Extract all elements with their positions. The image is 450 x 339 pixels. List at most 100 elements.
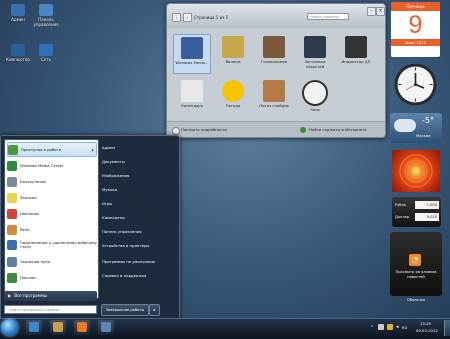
program-label: Пасьянс (20, 274, 37, 280)
gadget-tile[interactable]: Календарь (173, 78, 211, 118)
taskbar-button[interactable] (26, 320, 42, 335)
start-menu-program[interactable]: Приступая к работе ▸ (7, 142, 97, 157)
start-menu-place[interactable]: Устройства и принтеры (102, 240, 176, 252)
gadget-tile[interactable]: Часы (296, 78, 334, 118)
start-menu-place[interactable]: Изображения (102, 170, 176, 182)
tray-time[interactable]: 13:29 (420, 321, 431, 326)
desktop-icon[interactable]: Сеть (32, 44, 60, 62)
gadget-tile[interactable]: Заголовки новостей (296, 34, 334, 74)
start-menu-program[interactable]: Пасьянс (7, 270, 97, 285)
calendar-gadget[interactable]: Пятница 9 Март 2012 (391, 2, 440, 57)
currency-gadget[interactable]: Рубль 1,000 Доллар 0,025 (392, 197, 441, 227)
clock-gadget[interactable] (393, 62, 438, 107)
start-search-input[interactable]: Найти программы и файлы (4, 305, 97, 314)
calendar-month: Март 2012 (391, 39, 440, 46)
taskbar-button[interactable] (74, 320, 90, 335)
pager-text: Страница 1 из 1 (194, 14, 229, 20)
media-center-icon (181, 37, 203, 59)
weather-gadget[interactable]: -5° Москва (390, 113, 442, 143)
program-label: Экранная лупа (20, 258, 50, 264)
prev-page-button[interactable]: ‹ (172, 12, 181, 22)
start-menu-place[interactable]: Программы по умолчанию (102, 256, 176, 268)
all-programs-button[interactable]: ▶ Все программы (4, 291, 97, 301)
clock-icon (302, 80, 328, 106)
language-indicator[interactable]: RU (402, 325, 407, 330)
desktop-icon[interactable]: Компьютер (4, 44, 32, 62)
network-icon[interactable] (378, 324, 384, 330)
program-label: Ножницы (20, 210, 40, 216)
slideshow-icon (263, 80, 285, 102)
start-menu-place[interactable]: Админ (102, 142, 176, 154)
next-page-button[interactable]: › (183, 12, 192, 22)
start-button[interactable] (1, 319, 18, 336)
gadget-tile-label: Погода (225, 103, 241, 108)
desktop-icon-label: Сеть (41, 57, 51, 62)
shutdown-button[interactable]: Завершение работы (101, 304, 149, 316)
start-menu-place[interactable]: Справка и поддержка (102, 270, 176, 282)
program-label: Подключение к удаленному рабочему столу (20, 239, 97, 249)
currency-value[interactable]: 1,000 (415, 201, 439, 209)
gadget-tile[interactable]: Показ слайдов (255, 78, 293, 118)
play-arrow-icon: ▶ (8, 293, 12, 298)
start-menu-place[interactable]: Игры (102, 198, 176, 210)
gadget-tile-label: Валюта (225, 59, 241, 64)
gadget-tile-label: Головоломка (260, 59, 288, 64)
rss-icon: ◔ (409, 254, 421, 266)
gadget-tile-label: Индикатор ЦП (341, 59, 371, 64)
online-gadgets-link[interactable]: Найти гаджеты в Интернете (309, 127, 367, 132)
calendar-weekday: Пятница (391, 2, 440, 11)
feed-headlines-gadget[interactable]: ◔ Просмотр заголовков новостей Оболочка (390, 232, 442, 304)
currency-value[interactable]: 0,025 (415, 213, 439, 221)
currency-name: Рубль (395, 203, 406, 207)
currency-name: Доллар (395, 215, 410, 219)
minimize-button[interactable]: – (367, 7, 376, 16)
paint-icon (7, 224, 17, 235)
gadget-tile-label: Часы (309, 107, 320, 112)
volume-icon[interactable]: ◂ (396, 324, 399, 330)
all-programs-label: Все программы (14, 293, 47, 298)
user-folder-icon (11, 4, 25, 16)
gadget-window-toolbar: ‹ › Страница 1 из 1 Найти гаджеты – × (167, 4, 385, 28)
start-menu-place[interactable]: Панель управления (102, 226, 176, 238)
media-player-icon (77, 322, 87, 332)
remote-desktop-icon (7, 239, 17, 250)
taskbar-button[interactable] (98, 320, 114, 335)
program-label: Калькулятор (20, 178, 46, 184)
tray-arrow-icon[interactable]: ⌃ (370, 325, 374, 331)
slideshow-gadget[interactable] (392, 150, 440, 192)
gadget-tile[interactable]: Индикатор ЦП (337, 34, 375, 74)
action-center-icon[interactable] (387, 324, 393, 330)
start-menu-program[interactable]: Paint (7, 222, 97, 237)
calendar-icon (181, 80, 203, 102)
tray-date[interactable]: 09.03.2012 (416, 328, 438, 333)
start-menu-program[interactable]: Записки (7, 190, 97, 205)
expand-details-icon[interactable] (172, 127, 180, 135)
program-label: Windows Media Center (20, 162, 64, 168)
start-menu-place[interactable]: Музыка (102, 184, 176, 196)
gadget-search-input[interactable]: Найти гаджеты (307, 13, 349, 20)
start-menu-program[interactable]: Экранная лупа (7, 254, 97, 269)
start-menu-program[interactable]: Windows Media Center (7, 158, 97, 173)
start-menu-place[interactable]: Документы (102, 156, 176, 168)
control-panel-icon (39, 4, 53, 16)
desktop-icon[interactable]: Панель управления (32, 4, 60, 27)
start-menu-program[interactable]: Подключение к удаленному рабочему столу (7, 237, 97, 252)
desktop-icon[interactable]: Админ (4, 4, 32, 22)
sticky-notes-icon (7, 192, 17, 203)
start-menu-program[interactable]: Ножницы (7, 206, 97, 221)
weather-temp: -5° (422, 116, 434, 125)
gadget-tile[interactable]: Погода (214, 78, 252, 118)
scissors-icon (7, 208, 17, 219)
gadget-tile[interactable]: Валюта (214, 34, 252, 74)
show-desktop-button[interactable] (444, 320, 450, 336)
taskbar-button[interactable] (50, 320, 66, 335)
gadget-tile[interactable]: Головоломка (255, 34, 293, 74)
start-menu-place[interactable]: Компьютер (102, 212, 176, 224)
start-menu-program[interactable]: Калькулятор (7, 174, 97, 189)
show-details-link[interactable]: Показать подробности (181, 127, 227, 132)
shutdown-options-button[interactable]: ▸ (149, 304, 160, 316)
gadget-tile[interactable]: Windows Media... (173, 34, 211, 74)
gadget-tile-label: Windows Media... (175, 60, 209, 65)
close-button[interactable]: × (376, 7, 385, 16)
solitaire-icon (7, 272, 17, 283)
